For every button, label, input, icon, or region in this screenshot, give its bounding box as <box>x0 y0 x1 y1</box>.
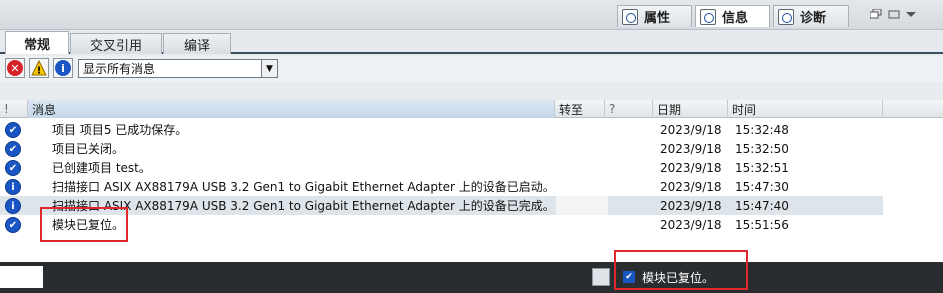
inspector-window-icon[interactable] <box>592 268 610 286</box>
tab-label: 诊断 <box>800 11 827 26</box>
check-icon: ✔ <box>5 160 21 176</box>
tab-label: 交叉引用 <box>89 38 142 54</box>
tab-label: 常规 <box>23 37 50 53</box>
tab-properties[interactable]: 属性 <box>617 5 692 27</box>
column-goto[interactable]: 转至 <box>555 100 605 118</box>
check-icon: ✔ <box>5 122 21 138</box>
date-text: 2023/9/18 <box>660 160 722 175</box>
properties-icon <box>622 8 638 25</box>
column-label: 日期 <box>657 102 682 117</box>
tab-label: 信息 <box>722 11 749 26</box>
float-window-icon[interactable] <box>870 9 882 19</box>
table-row[interactable]: ✔ 项目 项目5 已成功保存。 2023/9/18 15:32:48 <box>0 120 943 139</box>
message-filter-row: ✕ ! i 显示所有消息 ▼ <box>0 56 943 82</box>
message-text: 已创建项目 test。 <box>52 161 151 175</box>
time-text: 15:47:30 <box>735 179 789 194</box>
table-row[interactable]: i 扫描接口 ASIX AX88179A USB 3.2 Gen1 to Gig… <box>0 177 943 196</box>
tab-label: 编译 <box>183 38 210 54</box>
status-field[interactable] <box>0 266 43 288</box>
date-text: 2023/9/18 <box>660 217 722 232</box>
message-text: 扫描接口 ASIX AX88179A USB 3.2 Gen1 to Gigab… <box>52 180 552 194</box>
minimize-icon[interactable] <box>888 9 900 19</box>
column-label: 时间 <box>732 102 757 117</box>
info-icon <box>700 8 716 25</box>
time-text: 15:51:56 <box>735 217 789 232</box>
check-icon: ✔ <box>5 141 21 157</box>
time-text: 15:32:51 <box>735 160 789 175</box>
column-flag[interactable]: ! <box>0 100 28 118</box>
message-table: ! 消息 转至 ? 日期 时间 ✔ 项目 项目5 已成功保存。 2023/9/1… <box>0 100 943 262</box>
warning-filter-button[interactable]: ! <box>29 58 49 78</box>
table-row[interactable]: ✔ 项目已关闭。 2023/9/18 15:32:50 <box>0 139 943 158</box>
tab-compile[interactable]: 编译 <box>163 33 231 54</box>
info-icon: i <box>5 179 21 195</box>
highlight-box <box>40 207 128 242</box>
tab-general[interactable]: 常规 <box>5 31 69 54</box>
svg-text:!: ! <box>37 66 42 77</box>
diagnostics-icon <box>778 8 794 25</box>
column-help[interactable]: ? <box>605 100 653 118</box>
chevron-down-icon[interactable] <box>905 9 917 19</box>
warning-filter-icon: ! <box>31 60 47 76</box>
info-filter-button[interactable]: i <box>53 58 73 78</box>
table-row[interactable]: ✔ 模块已复位。 2023/9/18 15:51:56 <box>0 215 943 234</box>
dropdown-value: 显示所有消息 <box>83 62 156 76</box>
column-label: ! <box>4 102 9 116</box>
inspector-tab-bar: 属性 信息 诊断 <box>0 0 943 30</box>
time-text: 15:47:40 <box>735 198 789 213</box>
column-date[interactable]: 日期 <box>653 100 728 118</box>
chevron-down-icon[interactable]: ▼ <box>261 60 277 77</box>
message-filter-dropdown[interactable]: 显示所有消息 ▼ <box>78 59 278 78</box>
info-icon: i <box>5 198 21 214</box>
error-filter-button[interactable]: ✕ <box>5 58 25 78</box>
table-header: ! 消息 转至 ? 日期 时间 <box>0 100 943 118</box>
message-text: 项目 项目5 已成功保存。 <box>52 123 188 137</box>
sub-tab-bar: 常规 交叉引用 编译 <box>0 30 943 54</box>
table-row[interactable]: ✔ 已创建项目 test。 2023/9/18 15:32:51 <box>0 158 943 177</box>
goto-cell[interactable] <box>556 196 608 215</box>
column-label: 转至 <box>559 102 584 117</box>
tab-label: 属性 <box>644 11 671 26</box>
message-text: 项目已关闭。 <box>52 142 125 156</box>
date-text: 2023/9/18 <box>660 179 722 194</box>
column-time[interactable]: 时间 <box>728 100 883 118</box>
date-text: 2023/9/18 <box>660 122 722 137</box>
table-row[interactable]: i 扫描接口 ASIX AX88179A USB 3.2 Gen1 to Gig… <box>0 196 883 215</box>
error-filter-icon: ✕ <box>7 60 23 76</box>
column-message[interactable]: 消息 <box>28 100 555 118</box>
column-label: 消息 <box>32 102 57 117</box>
tab-info[interactable]: 信息 <box>695 5 770 27</box>
time-text: 15:32:50 <box>735 141 789 156</box>
highlight-box <box>614 250 748 290</box>
column-label: ? <box>609 102 616 116</box>
time-text: 15:32:48 <box>735 122 789 137</box>
tab-diagnostics[interactable]: 诊断 <box>773 5 849 27</box>
date-text: 2023/9/18 <box>660 141 722 156</box>
check-icon: ✔ <box>5 217 21 233</box>
status-bar: ✔ 模块已复位。 <box>0 250 943 293</box>
info-filter-icon: i <box>55 60 71 76</box>
tab-cross-references[interactable]: 交叉引用 <box>70 33 162 54</box>
date-text: 2023/9/18 <box>660 198 722 213</box>
